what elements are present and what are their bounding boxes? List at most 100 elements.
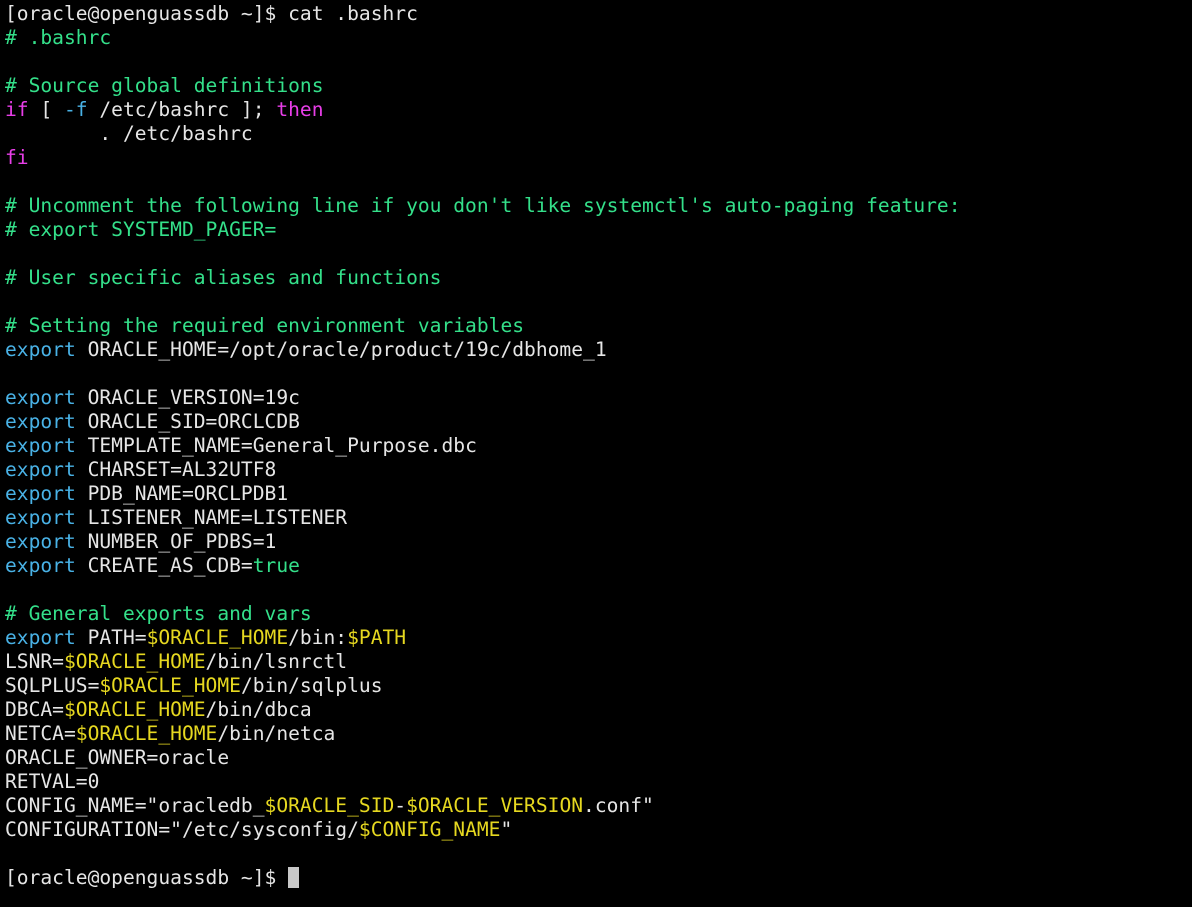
terminal-line: LSNR=$ORACLE_HOME/bin/lsnrctl	[5, 650, 1192, 674]
terminal-line: [oracle@openguassdb ~]$	[5, 866, 1192, 890]
token-text: ORACLE_VERSION=19c	[75, 386, 300, 409]
token-comment: # .bashrc	[5, 26, 112, 49]
terminal-line: export PDB_NAME=ORCLPDB1	[5, 482, 1192, 506]
token-text: ORACLE_OWNER=oracle	[5, 746, 230, 769]
terminal-line: export TEMPLATE_NAME=General_Purpose.dbc	[5, 434, 1192, 458]
terminal-line: # Uncomment the following line if you do…	[5, 194, 1192, 218]
token-text: LSNR=	[5, 650, 64, 673]
token-var: $ORACLE_HOME	[63, 698, 206, 721]
token-var: $ORACLE_HOME	[63, 650, 206, 673]
token-text: LISTENER_NAME=LISTENER	[75, 506, 348, 529]
token-keyword: then	[276, 98, 324, 121]
token-text: .conf"	[583, 794, 654, 817]
token-comment: # Uncomment the following line if you do…	[5, 194, 961, 217]
token-keyword: fi	[5, 146, 29, 169]
token-text: CREATE_AS_CDB=	[75, 554, 253, 577]
terminal-line: # export SYSTEMD_PAGER=	[5, 218, 1192, 242]
token-text: CHARSET=AL32UTF8	[75, 458, 277, 481]
token-flag: -f	[63, 98, 88, 121]
token-var: $ORACLE_VERSION	[406, 794, 584, 817]
terminal-line: # General exports and vars	[5, 602, 1192, 626]
token-comment: # export SYSTEMD_PAGER=	[5, 218, 277, 241]
terminal-line: export ORACLE_HOME=/opt/oracle/product/1…	[5, 338, 1192, 362]
token-text: /bin:	[288, 626, 348, 649]
terminal-line: [oracle@openguassdb ~]$ cat .bashrc	[5, 2, 1192, 26]
token-text: CONFIG_NAME="oracledb_	[5, 794, 265, 817]
terminal-line: export ORACLE_SID=ORCLCDB	[5, 410, 1192, 434]
terminal-line: fi	[5, 146, 1192, 170]
token-bool: true	[252, 554, 300, 577]
terminal-window[interactable]: [oracle@openguassdb ~]$ cat .bashrc # .ba…	[0, 0, 1192, 907]
token-var: $PATH	[347, 626, 407, 649]
terminal-line: ORACLE_OWNER=oracle	[5, 746, 1192, 770]
token-comment: # General exports and vars	[5, 602, 312, 625]
token-export: export	[5, 410, 76, 433]
token-text: /etc/bashrc ];	[87, 98, 277, 121]
terminal-line: if [ -f /etc/bashrc ]; then	[5, 98, 1192, 122]
token-var: $ORACLE_HOME	[75, 722, 218, 745]
terminal-line: CONFIG_NAME="oracledb_$ORACLE_SID-$ORACL…	[5, 794, 1192, 818]
token-text: NUMBER_OF_PDBS=1	[75, 530, 277, 553]
token-var: $CONFIG_NAME	[358, 818, 501, 841]
terminal-line: NETCA=$ORACLE_HOME/bin/netca	[5, 722, 1192, 746]
token-comment: # Source global definitions	[5, 74, 324, 97]
terminal-line: export LISTENER_NAME=LISTENER	[5, 506, 1192, 530]
token-comment: # Setting the required environment varia…	[5, 314, 525, 337]
token-text: CONFIGURATION="/etc/sysconfig/	[5, 818, 359, 841]
token-export: export	[5, 338, 76, 361]
terminal-line: RETVAL=0	[5, 770, 1192, 794]
token-text: NETCA=	[5, 722, 76, 745]
token-export: export	[5, 386, 76, 409]
token-comment: # User specific aliases and functions	[5, 266, 442, 289]
token-keyword: if	[5, 98, 29, 121]
token-text: /bin/dbca	[205, 698, 312, 721]
token-export: export	[5, 506, 76, 529]
token-text: /bin/netca	[217, 722, 336, 745]
token-export: export	[5, 482, 76, 505]
terminal-line: # User specific aliases and functions	[5, 266, 1192, 290]
token-text: ORACLE_SID=ORCLCDB	[75, 410, 300, 433]
token-text: ORACLE_HOME=/opt/oracle/product/19c/dbho…	[75, 338, 607, 361]
token-export: export	[5, 554, 76, 577]
terminal-line: export CHARSET=AL32UTF8	[5, 458, 1192, 482]
terminal-line: export NUMBER_OF_PDBS=1	[5, 530, 1192, 554]
token-text: /bin/lsnrctl	[205, 650, 348, 673]
terminal-line: export CREATE_AS_CDB=true	[5, 554, 1192, 578]
token-text: PDB_NAME=ORCLPDB1	[75, 482, 289, 505]
token-text: RETVAL=0	[5, 770, 100, 793]
token-export: export	[5, 434, 76, 457]
token-text: . /etc/bashrc	[5, 122, 253, 145]
token-var: $ORACLE_HOME	[99, 674, 241, 697]
token-text: DBCA=	[5, 698, 64, 721]
terminal-line: CONFIGURATION="/etc/sysconfig/$CONFIG_NA…	[5, 818, 1192, 842]
token-text: -	[394, 794, 407, 817]
token-export: export	[5, 530, 76, 553]
token-text: PATH=	[75, 626, 147, 649]
terminal-line: # Source global definitions	[5, 74, 1192, 98]
token-export: export	[5, 458, 76, 481]
token-var: $ORACLE_HOME	[146, 626, 289, 649]
terminal-line: SQLPLUS=$ORACLE_HOME/bin/sqlplus	[5, 674, 1192, 698]
token-text: SQLPLUS=	[5, 674, 100, 697]
token-export: export	[5, 626, 76, 649]
terminal-line: export PATH=$ORACLE_HOME/bin:$PATH	[5, 626, 1192, 650]
terminal-line: . /etc/bashrc	[5, 122, 1192, 146]
terminal-line: DBCA=$ORACLE_HOME/bin/dbca	[5, 698, 1192, 722]
token-text: [oracle@openguassdb ~]$	[5, 866, 289, 889]
token-text: [oracle@openguassdb ~]$ cat .bashrc	[5, 2, 418, 25]
token-text: TEMPLATE_NAME=General_Purpose.dbc	[75, 434, 477, 457]
token-text: [	[28, 98, 64, 121]
terminal-line: export ORACLE_VERSION=19c	[5, 386, 1192, 410]
terminal-line: # .bashrc	[5, 26, 1192, 50]
token-text: "	[500, 818, 513, 841]
token-var: $ORACLE_SID	[264, 794, 395, 817]
terminal-line: # Setting the required environment varia…	[5, 314, 1192, 338]
text-cursor	[288, 867, 300, 888]
